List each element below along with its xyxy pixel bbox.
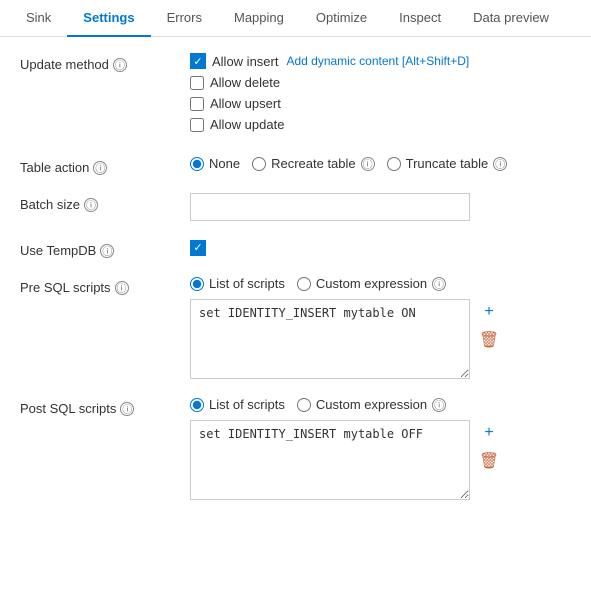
pre-sql-scripts-label-col: Pre SQL scripts ⓘ <box>20 276 180 295</box>
tab-settings[interactable]: Settings <box>67 0 150 37</box>
use-tempdb-label: Use TempDB <box>20 243 96 258</box>
pre-custom-expression-info-icon[interactable]: ⓘ <box>432 277 446 291</box>
batch-size-label-col: Batch size ⓘ <box>20 193 180 212</box>
table-action-radio-group: None Recreate table ⓘ Truncate table ⓘ <box>190 156 571 171</box>
table-action-label: Table action <box>20 160 89 175</box>
tab-bar: Sink Settings Errors Mapping Optimize In… <box>0 0 591 37</box>
use-tempdb-row: Use TempDB ⓘ ✓ <box>20 239 571 258</box>
post-list-of-scripts-radio-label: List of scripts <box>209 397 285 412</box>
post-sql-textarea[interactable]: set IDENTITY_INSERT mytable OFF <box>190 420 470 500</box>
pre-sql-scripts-control: List of scripts Custom expression ⓘ set … <box>190 276 571 379</box>
post-sql-scripts-control: List of scripts Custom expression ⓘ set … <box>190 397 571 500</box>
pre-sql-add-button[interactable]: + <box>478 301 500 323</box>
allow-delete-checkbox[interactable] <box>190 76 204 90</box>
pre-sql-radio-group: List of scripts Custom expression ⓘ <box>190 276 571 291</box>
settings-content: Update method ⓘ ✓ Allow insert Add dynam… <box>0 37 591 534</box>
pre-sql-scripts-info-icon[interactable]: ⓘ <box>115 281 129 295</box>
post-custom-expression-radio-label: Custom expression <box>316 397 427 412</box>
pre-list-of-scripts-radio-row: List of scripts <box>190 276 285 291</box>
pre-sql-script-actions: + 🗑 <box>478 299 500 351</box>
none-radio-row: None <box>190 156 240 171</box>
pre-sql-textarea[interactable]: set IDENTITY_INSERT mytable ON <box>190 299 470 379</box>
batch-size-control <box>190 193 571 221</box>
tab-inspect[interactable]: Inspect <box>383 0 457 37</box>
batch-size-row: Batch size ⓘ <box>20 193 571 221</box>
post-list-of-scripts-radio[interactable] <box>190 398 204 412</box>
table-action-label-col: Table action ⓘ <box>20 156 180 175</box>
pre-custom-expression-radio-row: Custom expression ⓘ <box>297 276 446 291</box>
allow-upsert-label: Allow upsert <box>210 96 281 111</box>
post-list-of-scripts-radio-row: List of scripts <box>190 397 285 412</box>
update-method-info-icon[interactable]: ⓘ <box>113 58 127 72</box>
allow-upsert-row: Allow upsert <box>190 96 571 111</box>
table-action-controls: None Recreate table ⓘ Truncate table ⓘ <box>190 156 571 171</box>
update-method-label: Update method <box>20 57 109 72</box>
recreate-table-radio[interactable] <box>252 157 266 171</box>
recreate-table-radio-label: Recreate table <box>271 156 356 171</box>
pre-sql-script-area: set IDENTITY_INSERT mytable ON + 🗑 <box>190 299 571 379</box>
none-radio-label: None <box>209 156 240 171</box>
update-method-label-col: Update method ⓘ <box>20 53 180 72</box>
allow-update-label: Allow update <box>210 117 284 132</box>
recreate-table-radio-row: Recreate table ⓘ <box>252 156 375 171</box>
allow-insert-label: Allow insert <box>212 54 278 69</box>
post-sql-scripts-row: Post SQL scripts ⓘ List of scripts Custo… <box>20 397 571 500</box>
pre-list-of-scripts-radio-label: List of scripts <box>209 276 285 291</box>
use-tempdb-checkbox[interactable]: ✓ <box>190 240 206 256</box>
batch-size-label: Batch size <box>20 197 80 212</box>
post-sql-scripts-label-col: Post SQL scripts ⓘ <box>20 397 180 416</box>
none-radio[interactable] <box>190 157 204 171</box>
table-action-info-icon[interactable]: ⓘ <box>93 161 107 175</box>
post-sql-radio-group: List of scripts Custom expression ⓘ <box>190 397 571 412</box>
tab-mapping[interactable]: Mapping <box>218 0 300 37</box>
pre-sql-scripts-row: Pre SQL scripts ⓘ List of scripts Custom… <box>20 276 571 379</box>
allow-delete-row: Allow delete <box>190 75 571 90</box>
allow-insert-checkbox[interactable]: ✓ <box>190 53 206 69</box>
pre-custom-expression-radio-label: Custom expression <box>316 276 427 291</box>
post-sql-script-area: set IDENTITY_INSERT mytable OFF + 🗑 <box>190 420 571 500</box>
tab-errors[interactable]: Errors <box>151 0 218 37</box>
allow-delete-label: Allow delete <box>210 75 280 90</box>
allow-update-row: Allow update <box>190 117 571 132</box>
truncate-table-radio[interactable] <box>387 157 401 171</box>
batch-size-info-icon[interactable]: ⓘ <box>84 198 98 212</box>
post-sql-scripts-info-icon[interactable]: ⓘ <box>120 402 134 416</box>
post-custom-expression-radio[interactable] <box>297 398 311 412</box>
allow-update-checkbox[interactable] <box>190 118 204 132</box>
update-method-row: Update method ⓘ ✓ Allow insert Add dynam… <box>20 53 571 138</box>
use-tempdb-label-col: Use TempDB ⓘ <box>20 239 180 258</box>
post-sql-delete-button[interactable]: 🗑 <box>478 450 500 472</box>
truncate-table-radio-row: Truncate table ⓘ <box>387 156 508 171</box>
dynamic-content-link[interactable]: Add dynamic content [Alt+Shift+D] <box>286 54 469 68</box>
use-tempdb-info-icon[interactable]: ⓘ <box>100 244 114 258</box>
truncate-table-info-icon[interactable]: ⓘ <box>493 157 507 171</box>
table-action-row: Table action ⓘ None Recreate table ⓘ Tru… <box>20 156 571 175</box>
tab-data-preview[interactable]: Data preview <box>457 0 565 37</box>
batch-size-input[interactable] <box>190 193 470 221</box>
post-sql-script-actions: + 🗑 <box>478 420 500 472</box>
pre-sql-scripts-label: Pre SQL scripts <box>20 280 111 295</box>
update-method-controls: ✓ Allow insert Add dynamic content [Alt+… <box>190 53 571 138</box>
truncate-table-radio-label: Truncate table <box>406 156 489 171</box>
use-tempdb-control: ✓ <box>190 239 571 256</box>
tab-sink[interactable]: Sink <box>10 0 67 37</box>
tab-optimize[interactable]: Optimize <box>300 0 383 37</box>
post-custom-expression-radio-row: Custom expression ⓘ <box>297 397 446 412</box>
allow-upsert-checkbox[interactable] <box>190 97 204 111</box>
post-sql-scripts-label: Post SQL scripts <box>20 401 116 416</box>
allow-insert-row: ✓ Allow insert Add dynamic content [Alt+… <box>190 53 571 69</box>
post-sql-add-button[interactable]: + <box>478 422 500 444</box>
pre-custom-expression-radio[interactable] <box>297 277 311 291</box>
post-custom-expression-info-icon[interactable]: ⓘ <box>432 398 446 412</box>
pre-list-of-scripts-radio[interactable] <box>190 277 204 291</box>
pre-sql-delete-button[interactable]: 🗑 <box>478 329 500 351</box>
recreate-table-info-icon[interactable]: ⓘ <box>361 157 375 171</box>
